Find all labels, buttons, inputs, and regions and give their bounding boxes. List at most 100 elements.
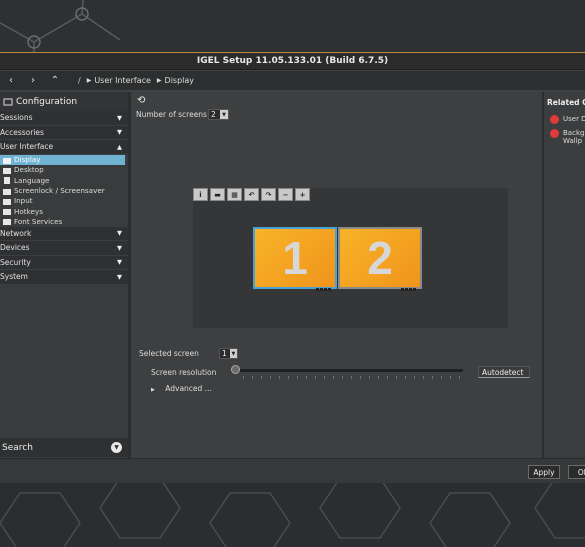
- configuration-label: Configuration: [16, 96, 78, 107]
- folder-icon: [3, 188, 11, 195]
- resolution-slider-thumb[interactable]: [231, 365, 240, 374]
- apply-button[interactable]: Apply: [528, 465, 560, 479]
- chevron-down-icon: ▼: [117, 272, 122, 281]
- navigation-bar: ‹ › ⌃ / ▶ User Interface ▶ Display: [0, 71, 585, 90]
- advanced-label: Advanced ...: [165, 384, 212, 393]
- dialog-button-bar: Apply Ok: [0, 458, 585, 484]
- related-item-background[interactable]: Backg Wallp: [550, 129, 584, 145]
- related-item-label: Backg Wallp: [563, 129, 585, 145]
- item-label: Screenlock / Screensaver: [14, 186, 105, 196]
- section-label: Devices: [0, 243, 30, 253]
- item-label: Font Services: [14, 216, 63, 226]
- chevron-down-icon: ▼: [117, 243, 122, 252]
- advanced-expander[interactable]: ▶ Advanced ...: [151, 384, 212, 393]
- related-item-user-display[interactable]: User D: [550, 115, 585, 124]
- one-row-icon[interactable]: ▬: [210, 188, 225, 201]
- sidebar-item-desktop[interactable]: Desktop: [0, 165, 128, 175]
- sidebar-section-accessories[interactable]: Accessories ▼: [0, 125, 128, 140]
- chevron-down-icon: ▼: [117, 113, 122, 122]
- plus-icon[interactable]: +: [295, 188, 310, 201]
- selected-screen-spinner[interactable]: 1 ▼: [219, 348, 238, 359]
- folder-icon: [3, 167, 11, 174]
- resolution-slider-track[interactable]: [233, 369, 463, 372]
- sidebar-section-system[interactable]: System ▼: [0, 270, 128, 285]
- sidebar-section-devices[interactable]: Devices ▼: [0, 241, 128, 256]
- chevron-up-icon: ▲: [117, 142, 122, 151]
- desktop-background-top: [0, 0, 585, 54]
- desktop-background-bottom: [0, 483, 585, 547]
- chevron-down-icon[interactable]: ▼: [220, 110, 228, 119]
- breadcrumb-root[interactable]: /: [78, 76, 81, 85]
- screen-number: 1: [282, 232, 308, 284]
- breadcrumb-user-interface[interactable]: ▶ User Interface: [87, 76, 151, 85]
- resolution-slider-ticks: [243, 376, 461, 379]
- screen-2-tile[interactable]: 2: [338, 227, 422, 291]
- info-icon[interactable]: i: [193, 188, 208, 201]
- item-label: Input: [14, 196, 33, 206]
- search-panel[interactable]: Search ▼: [0, 438, 128, 457]
- folder-icon: [3, 198, 11, 205]
- ok-button[interactable]: Ok: [568, 465, 585, 479]
- section-label: Security: [0, 257, 31, 267]
- breadcrumb-display[interactable]: ▶ Display: [157, 76, 194, 85]
- section-label: System: [0, 272, 28, 282]
- number-of-screens-spinner[interactable]: 2 ▼: [208, 109, 229, 120]
- folder-icon: [3, 208, 11, 216]
- screen-handle: [316, 288, 332, 291]
- autodetect-button[interactable]: Autodetect: [478, 366, 530, 378]
- sidebar-item-font-services[interactable]: Font Services: [0, 216, 128, 226]
- link-icon: [550, 129, 559, 138]
- search-label: Search: [2, 442, 33, 453]
- minus-icon[interactable]: −: [278, 188, 293, 201]
- sidebar-section-security[interactable]: Security ▼: [0, 255, 128, 271]
- sidebar-section-sessions[interactable]: Sessions ▼: [0, 111, 128, 126]
- up-button[interactable]: ⌃: [44, 71, 66, 90]
- expand-search-icon[interactable]: ▼: [111, 442, 122, 453]
- section-label: Accessories: [0, 127, 44, 137]
- sidebar-section-network[interactable]: Network ▼: [0, 226, 128, 242]
- section-label: Network: [0, 228, 32, 238]
- rotate-left-icon[interactable]: ↶: [244, 188, 259, 201]
- chevron-down-icon: ▼: [117, 128, 122, 137]
- screen-handle: [401, 288, 417, 291]
- screen-arrangement-area: i ▬ ▦ ↶ ↷ − + 1 2: [193, 188, 508, 328]
- folder-icon: [3, 157, 11, 164]
- configuration-icon: [3, 97, 13, 107]
- item-label: Language: [14, 175, 50, 185]
- sidebar-item-hotkeys[interactable]: Hotkeys: [0, 206, 128, 216]
- selected-screen-label: Selected screen: [139, 349, 199, 358]
- folder-icon: [3, 218, 11, 226]
- link-icon: [550, 115, 559, 124]
- title-bar: IGEL Setup 11.05.133.01 (Build 6.7.5): [0, 53, 585, 70]
- item-label: Desktop: [14, 165, 44, 175]
- arrangement-toolbar: i ▬ ▦ ↶ ↷ − +: [193, 188, 312, 201]
- forward-button[interactable]: ›: [22, 71, 44, 90]
- sidebar-section-user-interface[interactable]: User Interface ▲: [0, 140, 128, 155]
- section-label: User Interface: [0, 142, 54, 152]
- document-icon: [3, 177, 11, 185]
- number-of-screens-label: Number of screens: [136, 110, 207, 119]
- screen-resolution-label: Screen resolution: [151, 368, 217, 377]
- rotate-right-icon[interactable]: ↷: [261, 188, 276, 201]
- item-label: Hotkeys: [14, 206, 43, 216]
- expand-arrow-icon: ▶: [151, 387, 155, 393]
- sidebar-item-input[interactable]: Input: [0, 196, 128, 206]
- chevron-down-icon[interactable]: ▼: [229, 349, 237, 358]
- breadcrumb-label: Display: [164, 76, 195, 85]
- refresh-icon[interactable]: ⟲: [137, 95, 145, 106]
- spinner-value: 1: [222, 349, 227, 358]
- breadcrumb-arrow-icon: ▶: [86, 77, 92, 84]
- related-title: Related C: [547, 98, 585, 107]
- sidebar-item-screenlock[interactable]: Screenlock / Screensaver: [0, 185, 128, 195]
- item-label: Display: [14, 155, 41, 165]
- chevron-down-icon: ▼: [117, 229, 122, 238]
- sidebar-item-language[interactable]: Language: [0, 175, 128, 185]
- related-item-label: User D: [563, 115, 585, 123]
- sidebar-item-display[interactable]: Display: [0, 154, 125, 165]
- related-configuration-panel: Related C User D Backg Wallp: [544, 92, 585, 510]
- grid-icon[interactable]: ▦: [227, 188, 242, 201]
- igel-setup-window: IGEL Setup 11.05.133.01 (Build 6.7.5) ‹ …: [0, 52, 585, 510]
- back-button[interactable]: ‹: [0, 71, 22, 90]
- screen-1-tile[interactable]: 1: [253, 227, 337, 291]
- display-settings-panel: ⟲ Number of screens 2 ▼ i ▬ ▦ ↶ ↷ − + 1 …: [131, 92, 542, 510]
